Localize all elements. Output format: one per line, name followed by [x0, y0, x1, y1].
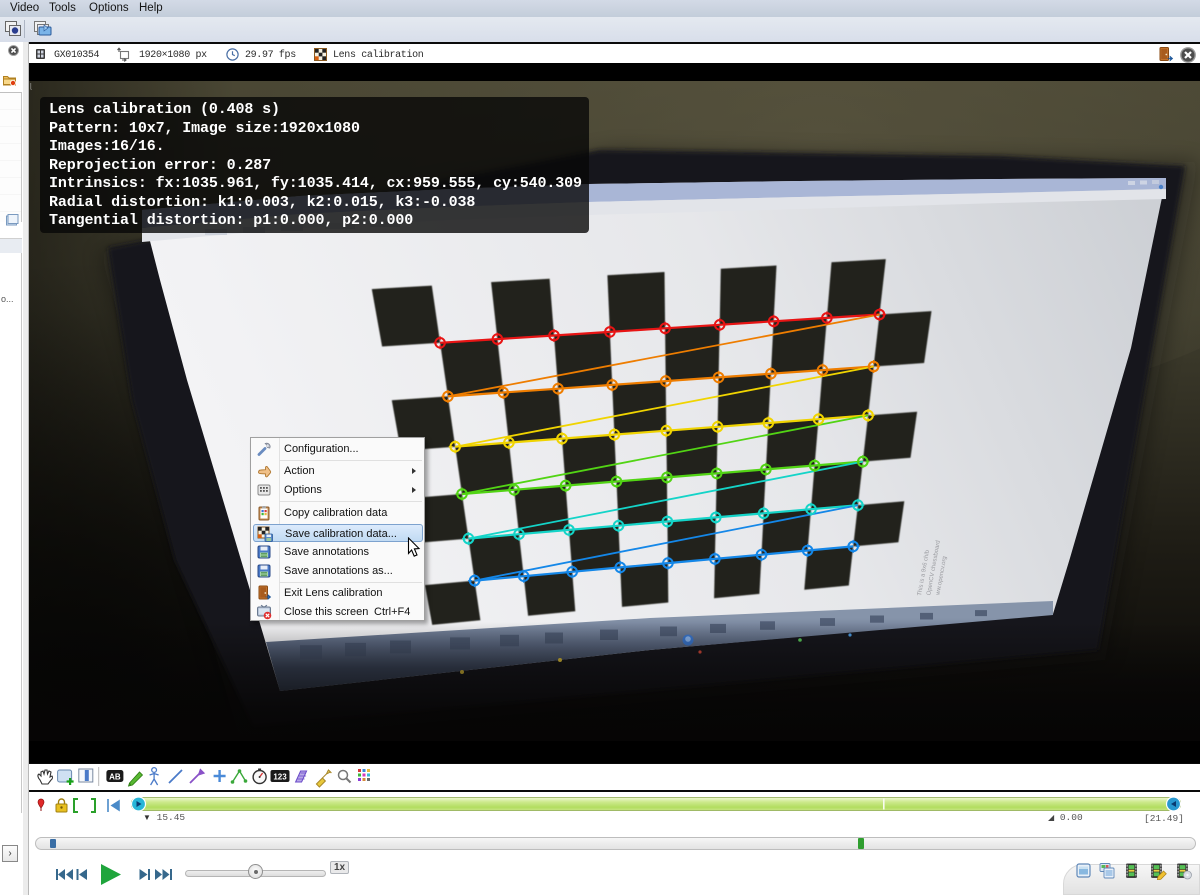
svg-text:123: 123	[273, 773, 287, 782]
svg-text:[: [	[30, 83, 32, 90]
svg-text:AB: AB	[109, 773, 121, 782]
